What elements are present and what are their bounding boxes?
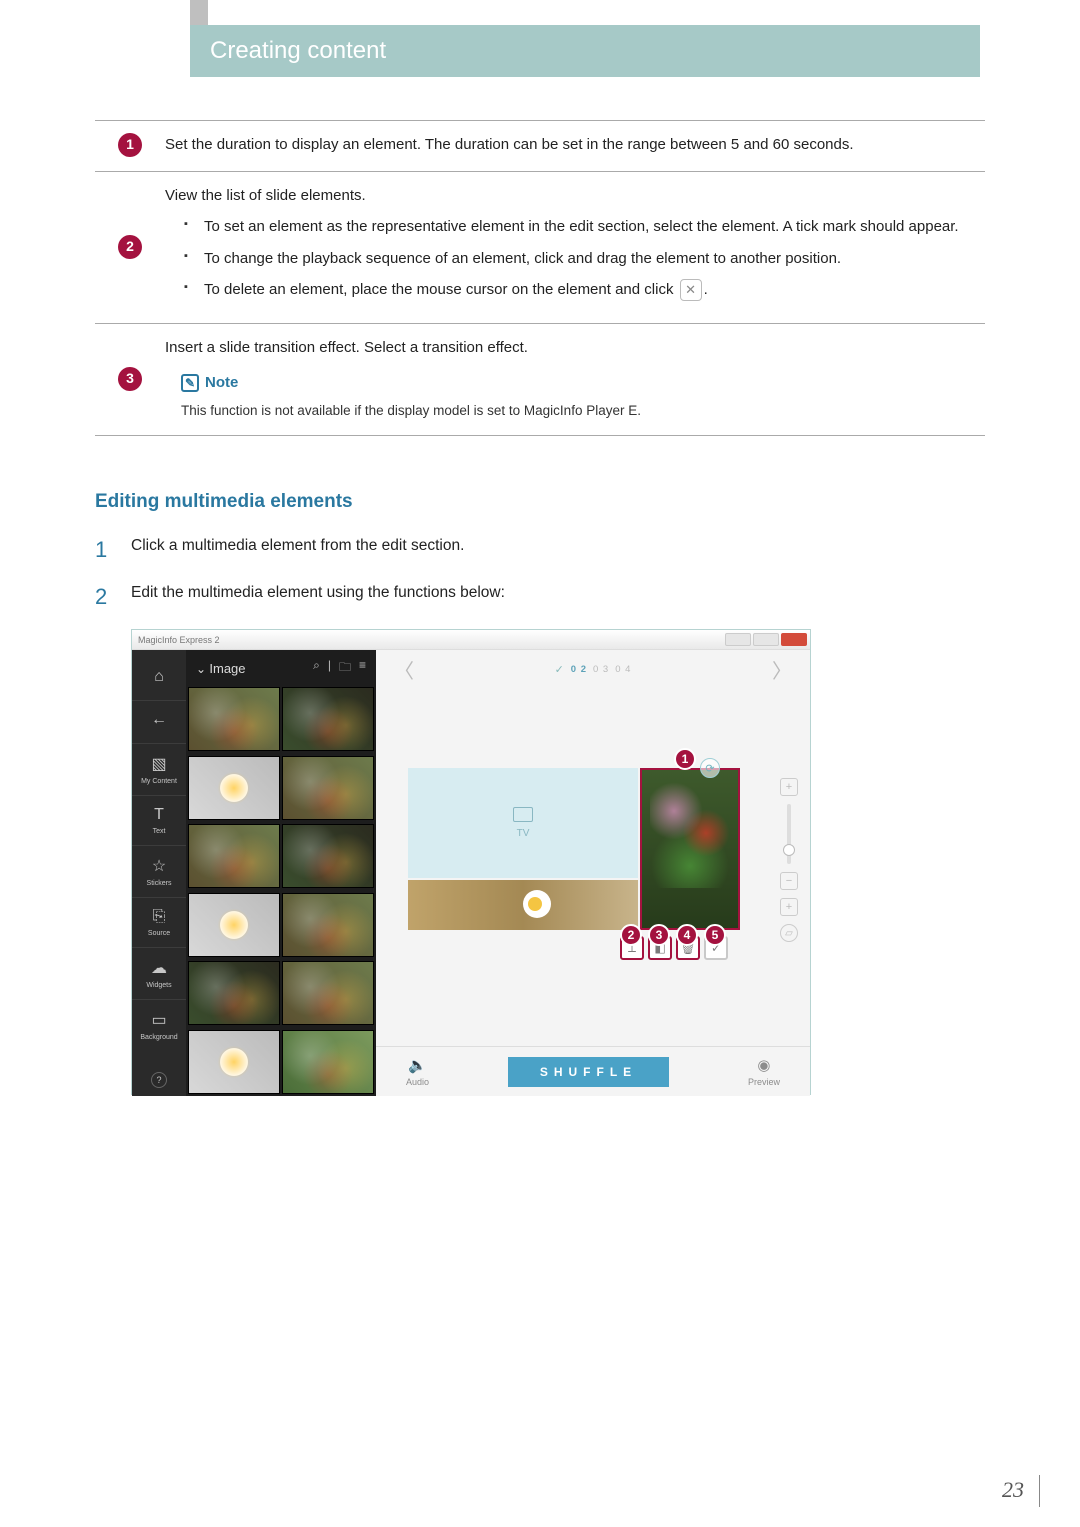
check-icon: ✓ [555,663,565,676]
zoom-slider[interactable] [787,804,791,864]
thumbnail[interactable] [282,893,374,957]
app-screenshot: MagicInfo Express 2 ⌂ ← ▧My Content TTex… [131,629,811,1095]
page-indicator: ✓ 0 2 0 3 0 4 [555,663,632,676]
preview-button[interactable]: ◉ Preview [748,1056,780,1087]
source-icon: ⎘ [132,908,186,926]
home-icon: ⌂ [132,668,186,686]
rail-back[interactable]: ← [132,700,186,741]
legend-badge-1: 1 [118,133,142,157]
legend-badge-3: 3 [118,367,142,391]
thumbnail[interactable] [188,893,280,957]
list-icon[interactable]: ≡ [359,658,366,679]
zoom-in-button[interactable]: + [780,778,798,796]
note-icon: ✎ [181,374,199,392]
search-icon[interactable]: ⌕ [313,658,320,679]
window-minimize-button[interactable] [725,633,751,646]
rail-text[interactable]: TText [132,795,186,843]
prev-arrow-icon[interactable]: 〈 [394,655,414,684]
rail-stickers[interactable]: ☆Stickers [132,845,186,895]
back-arrow-icon: ← [132,711,186,729]
speaker-icon: 🔈 [408,1056,427,1074]
audio-button[interactable]: 🔈 Audio [406,1056,429,1087]
callout-badge-1: 1 [674,748,696,770]
window-title: MagicInfo Express 2 [138,635,220,645]
legend-2-bullet-3: To delete an element, place the mouse cu… [200,278,985,301]
page-header-title: Creating content [210,37,386,64]
image-strip[interactable] [408,880,638,930]
text-icon: T [132,806,186,824]
rail-my-content[interactable]: ▧My Content [132,743,186,793]
window-titlebar: MagicInfo Express 2 [132,630,810,650]
thumbnail[interactable] [188,687,280,751]
step-1: 1 Click a multimedia element from the ed… [95,535,985,566]
rail-home[interactable]: ⌂ [132,658,186,698]
rail-background[interactable]: ▭Background [132,999,186,1049]
legend-2-bullet-1: To set an element as the representative … [200,215,985,238]
thumbnail-grid [186,687,376,1096]
page-divider [1039,1475,1040,1507]
thumbnail[interactable] [188,961,280,1025]
thumbnail[interactable] [282,1030,374,1094]
zoom-control: + − + ▱ [778,778,800,942]
note-heading: ✎ Note [181,371,985,394]
callout-badge-2: 2 [620,924,642,946]
legend-badge-2: 2 [118,235,142,259]
picture-icon: ▧ [132,754,186,774]
legend-text-1: Set the duration to display an element. … [165,133,985,157]
step-2: 2 Edit the multimedia element using the … [95,582,985,613]
window-close-button[interactable] [781,633,807,646]
tv-icon [513,807,533,822]
eye-icon: ◉ [757,1056,770,1074]
selected-multimedia-element[interactable]: ⟳ [640,768,740,930]
rail-source[interactable]: ⎘Source [132,897,186,945]
zoom-out-button[interactable]: − [780,872,798,890]
cloud-icon: ☁ [132,958,186,978]
panel-category-dropdown[interactable]: Image [196,661,246,676]
thumbnail[interactable] [188,1030,280,1094]
callout-badge-5: 5 [704,924,726,946]
fit-button[interactable]: + [780,898,798,916]
legend-row-1: 1 Set the duration to display an element… [95,120,985,171]
close-icon: ✕ [680,279,702,301]
side-rail: ⌂ ← ▧My Content TText ☆Stickers ⎘Source … [132,650,186,1096]
legend-3-intro: Insert a slide transition effect. Select… [165,336,985,359]
window-maximize-button[interactable] [753,633,779,646]
page-number: 23 [1002,1477,1024,1503]
reset-zoom-button[interactable]: ▱ [780,924,798,942]
rail-widgets[interactable]: ☁Widgets [132,947,186,997]
folder-icon[interactable]: 🗀 [339,658,351,679]
background-icon: ▭ [132,1010,186,1030]
legend-table: 1 Set the duration to display an element… [95,120,985,436]
tv-placeholder[interactable]: TV [408,768,638,878]
thumbnail[interactable] [282,756,374,820]
next-arrow-icon[interactable]: 〉 [772,655,792,684]
thumbnail[interactable] [188,824,280,888]
divider: | [328,658,331,679]
callout-badge-3: 3 [648,924,670,946]
legend-row-2: 2 View the list of slide elements. To se… [95,171,985,323]
thumbnail[interactable] [282,687,374,751]
zoom-slider-knob[interactable] [783,844,795,856]
page-header: Creating content [190,25,980,77]
image-panel: Image ⌕ | 🗀 ≡ [186,650,376,1096]
legend-row-3: 3 Insert a slide transition effect. Sele… [95,323,985,436]
legend-2-intro: View the list of slide elements. [165,184,985,207]
rail-help[interactable]: ? [151,1072,167,1088]
shuffle-button[interactable]: SHUFFLE [508,1057,669,1087]
sticker-icon: ☆ [132,856,186,876]
legend-2-bullet-2: To change the playback sequence of an el… [200,247,985,270]
thumbnail[interactable] [188,756,280,820]
note-body: This function is not available if the di… [181,401,985,422]
thumbnail[interactable] [282,961,374,1025]
rotate-icon[interactable]: ⟳ [700,758,720,778]
callout-badge-4: 4 [676,924,698,946]
subheading-editing-multimedia: Editing multimedia elements [95,491,985,513]
thumbnail[interactable] [282,824,374,888]
canvas-area: 〈 ✓ 0 2 0 3 0 4 〉 TV [376,650,810,1096]
